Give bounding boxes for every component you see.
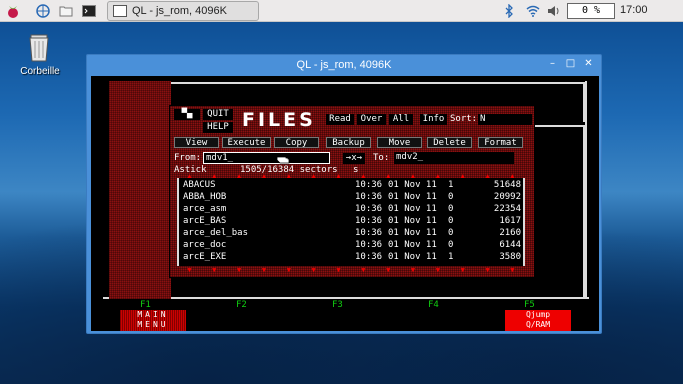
raspberry-menu-icon[interactable] [4,2,22,20]
browser-icon[interactable] [34,2,52,20]
quit-button[interactable]: QUIT [203,109,233,120]
taskbar: QL - js_rom, 4096K 0 % 17:00 [0,0,683,22]
maximize-icon[interactable]: □ [565,59,576,70]
copy-button[interactable]: Copy [274,137,319,148]
minimize-icon[interactable]: – [547,59,558,70]
ql-bottom-border [103,297,589,299]
hand-pointer-icon [276,150,290,164]
exchange-button[interactable]: →x→ [343,153,365,164]
delete-button[interactable]: Delete [427,137,472,148]
info-button[interactable]: Info [420,114,447,125]
from-label: From: [174,153,202,163]
ql-screen: ▀▄ QUIT HELP FILES Read Over All Info So… [91,76,599,331]
taskbar-window-title: QL - js_rom, 4096K [132,5,227,17]
sleep-icon[interactable]: ▀▄ [174,109,200,120]
ql-red-panel [109,81,171,299]
f5-label: F5 [524,300,535,310]
taskbar-window-button[interactable]: QL - js_rom, 4096K [107,1,259,21]
qjump-line2: Q/RAM [525,320,551,329]
list-item[interactable]: ABACUS 10:36 01 Nov 11 1 51648 [183,179,523,191]
sort-label: Sort: [450,114,478,124]
list-item[interactable]: arcE_BAS 10:36 01 Nov 11 0 1617 [183,215,523,227]
terminal-icon[interactable] [80,2,98,20]
all-button[interactable]: All [389,114,413,125]
over-button[interactable]: Over [357,114,386,125]
to-input[interactable]: mdv2_ [394,152,514,164]
backup-button[interactable]: Backup [326,137,371,148]
view-button[interactable]: View [174,137,219,148]
file-list[interactable]: ABACUS 10:36 01 Nov 11 1 51648 ABBA_HOB 10:36… [177,178,525,266]
list-item[interactable]: arcE_EXE 10:36 01 Nov 11 1 3580 [183,251,523,263]
files-panel: ▀▄ QUIT HELP FILES Read Over All Info So… [169,105,535,278]
list-item[interactable]: arce_asm 10:36 01 Nov 11 0 22354 [183,203,523,215]
f4-label: F4 [428,300,439,310]
clock[interactable]: 17:00 [620,4,648,16]
ql-window: QL - js_rom, 4096K – □ ✕ ▀▄ QUIT HELP FI… [86,54,602,334]
execute-button[interactable]: Execute [222,137,271,148]
folder-icon[interactable] [57,2,75,20]
format-button[interactable]: Format [478,137,523,148]
sort-select[interactable]: N [478,114,532,125]
f2-label: F2 [236,300,247,310]
ql-right-border [585,81,587,299]
list-item[interactable]: arce_del_bas 10:36 01 Nov 11 0 2160 [183,227,523,239]
f1-label: F1 [140,300,151,310]
main-menu-button[interactable]: MAIN MENU [120,310,186,331]
to-label: To: [373,153,390,163]
files-title: FILES [242,109,316,131]
f3-label: F3 [332,300,343,310]
bluetooth-icon[interactable] [502,2,516,20]
wifi-icon[interactable] [526,2,540,20]
volume-icon[interactable] [547,2,561,20]
list-item[interactable]: ABBA_HOB 10:36 01 Nov 11 0 20992 [183,191,523,203]
window-title: QL - js_rom, 4096K [296,59,392,71]
main-menu-line1: MAIN [137,310,169,319]
trash-icon[interactable] [22,32,56,62]
scroll-down-arrows[interactable]: ▼ ▼ ▼ ▼ ▼ ▼ ▼ ▼ ▼ ▼ ▼ ▼ ▼ ▼ [177,267,525,274]
list-item[interactable]: arce_doc 10:36 01 Nov 11 0 6144 [183,239,523,251]
help-button[interactable]: HELP [203,122,233,133]
read-button[interactable]: Read [326,114,354,125]
cpu-monitor[interactable]: 0 % [567,3,615,19]
move-button[interactable]: Move [377,137,422,148]
window-icon [113,5,127,17]
qjump-line1: Qjump [525,310,551,319]
close-icon[interactable]: ✕ [583,59,594,70]
trash-label: Corbeille [20,66,60,77]
qjump-button[interactable]: Qjump Q/RAM [505,310,571,331]
from-input[interactable]: mdv1_ [203,152,330,164]
main-menu-line2: MENU [137,320,169,329]
